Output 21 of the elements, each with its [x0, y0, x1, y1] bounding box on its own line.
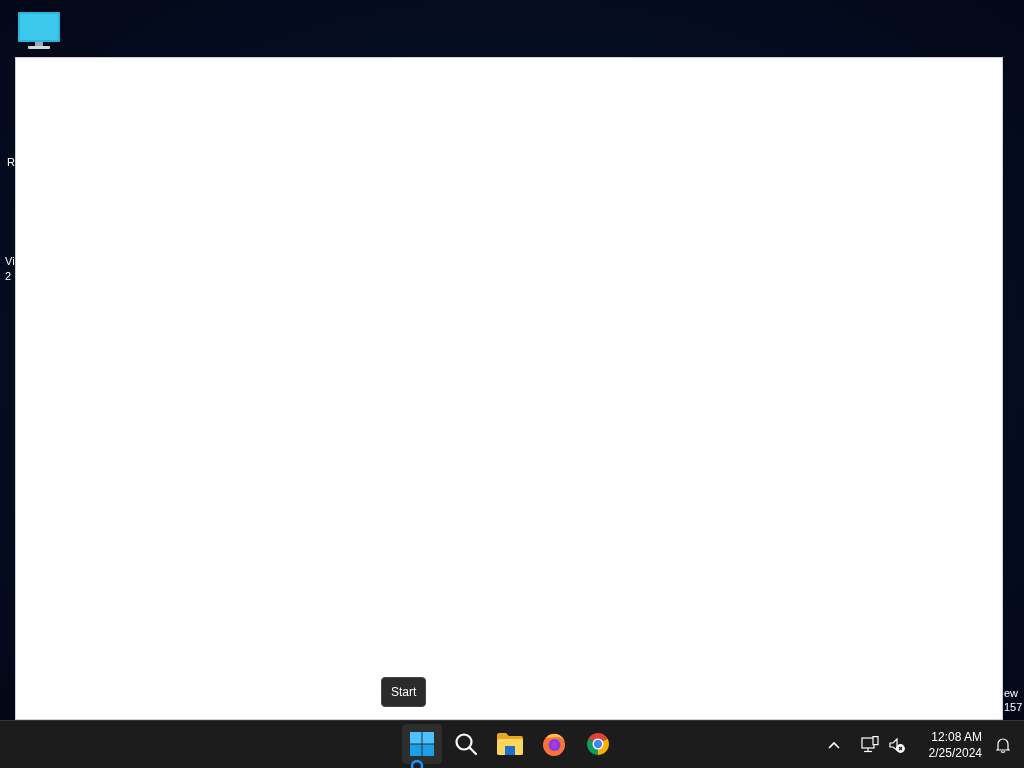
notification-bell-icon[interactable]: [996, 736, 1010, 753]
chrome-icon: [586, 732, 610, 756]
desktop-icon-label: R: [7, 155, 15, 169]
busy-cursor-icon: [410, 759, 424, 768]
clock-date: 2/25/2024: [928, 744, 982, 761]
monitor-icon[interactable]: [18, 12, 60, 49]
chevron-up-icon[interactable]: [826, 739, 841, 750]
clock-time: 12:08 AM: [931, 728, 982, 745]
desktop-icon-label: Vi: [5, 254, 15, 268]
firefox-icon: [542, 732, 566, 756]
search-icon: [454, 732, 478, 756]
desktop-icon-label: 157: [1004, 700, 1023, 714]
start-button[interactable]: [402, 724, 442, 764]
windows-logo-icon: [410, 732, 434, 756]
desktop-icon-label: 2: [5, 269, 12, 283]
clock[interactable]: 12:08 AM 2/25/2024: [928, 728, 982, 761]
folder-icon: [497, 733, 523, 755]
volume-muted-icon[interactable]: [888, 736, 905, 753]
desktop-icon-label: ew: [1004, 686, 1019, 700]
tooltip: Start: [381, 677, 427, 707]
network-icon[interactable]: [860, 736, 879, 753]
